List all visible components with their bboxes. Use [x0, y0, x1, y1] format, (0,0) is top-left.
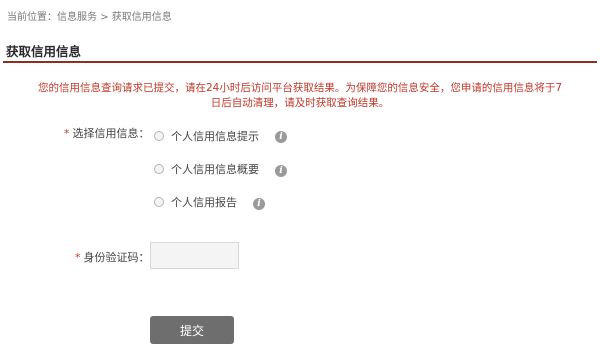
page-root: 当前位置：信息服务 > 获取信用信息 获取信用信息 您的信用信息查询请求已提交，…: [0, 0, 600, 350]
breadcrumb: 当前位置：信息服务 > 获取信用信息: [7, 8, 172, 23]
id-code-input[interactable]: [150, 242, 239, 269]
id-code-label-text: 身份验证码：: [83, 251, 150, 264]
notice-line-2: 日后自动清理，请及时获取查询结果。: [210, 97, 390, 109]
notice-line-1: 您的信用信息查询请求已提交，请在24小时后访问平台获取结果。为保障您的信息安全，…: [37, 82, 563, 94]
option-credit-tip-label: 个人信用信息提示: [171, 130, 259, 143]
option-credit-summary[interactable]: 个人信用信息概要: [154, 161, 259, 177]
required-mark: *: [75, 251, 81, 264]
radio-credit-summary[interactable]: [154, 164, 164, 174]
radio-credit-report[interactable]: [154, 197, 164, 207]
breadcrumb-item-info-service[interactable]: 信息服务: [57, 8, 97, 23]
select-credit-label: * 选择信用信息：: [64, 125, 150, 141]
id-code-label: * 身份验证码：: [75, 249, 150, 265]
select-credit-label-text: 选择信用信息：: [72, 127, 150, 140]
option-credit-report-label: 个人信用报告: [171, 196, 237, 209]
option-credit-report[interactable]: 个人信用报告: [154, 194, 237, 210]
breadcrumb-separator: >: [100, 12, 109, 23]
option-credit-summary-label: 个人信用信息概要: [171, 163, 259, 176]
page-title: 获取信用信息: [6, 44, 82, 59]
info-icon[interactable]: i: [275, 165, 287, 177]
required-mark: *: [64, 127, 70, 140]
info-icon[interactable]: i: [275, 131, 287, 143]
submission-notice: 您的信用信息查询请求已提交，请在24小时后访问平台获取结果。为保障您的信息安全，…: [12, 81, 588, 111]
option-credit-tip[interactable]: 个人信用信息提示: [154, 128, 259, 144]
breadcrumb-item-current: 获取信用信息: [111, 12, 172, 23]
breadcrumb-prefix: 当前位置：: [7, 12, 57, 23]
radio-credit-tip[interactable]: [154, 131, 164, 141]
title-divider: [3, 61, 597, 63]
submit-button[interactable]: 提交: [150, 316, 234, 344]
info-icon[interactable]: i: [253, 198, 265, 210]
